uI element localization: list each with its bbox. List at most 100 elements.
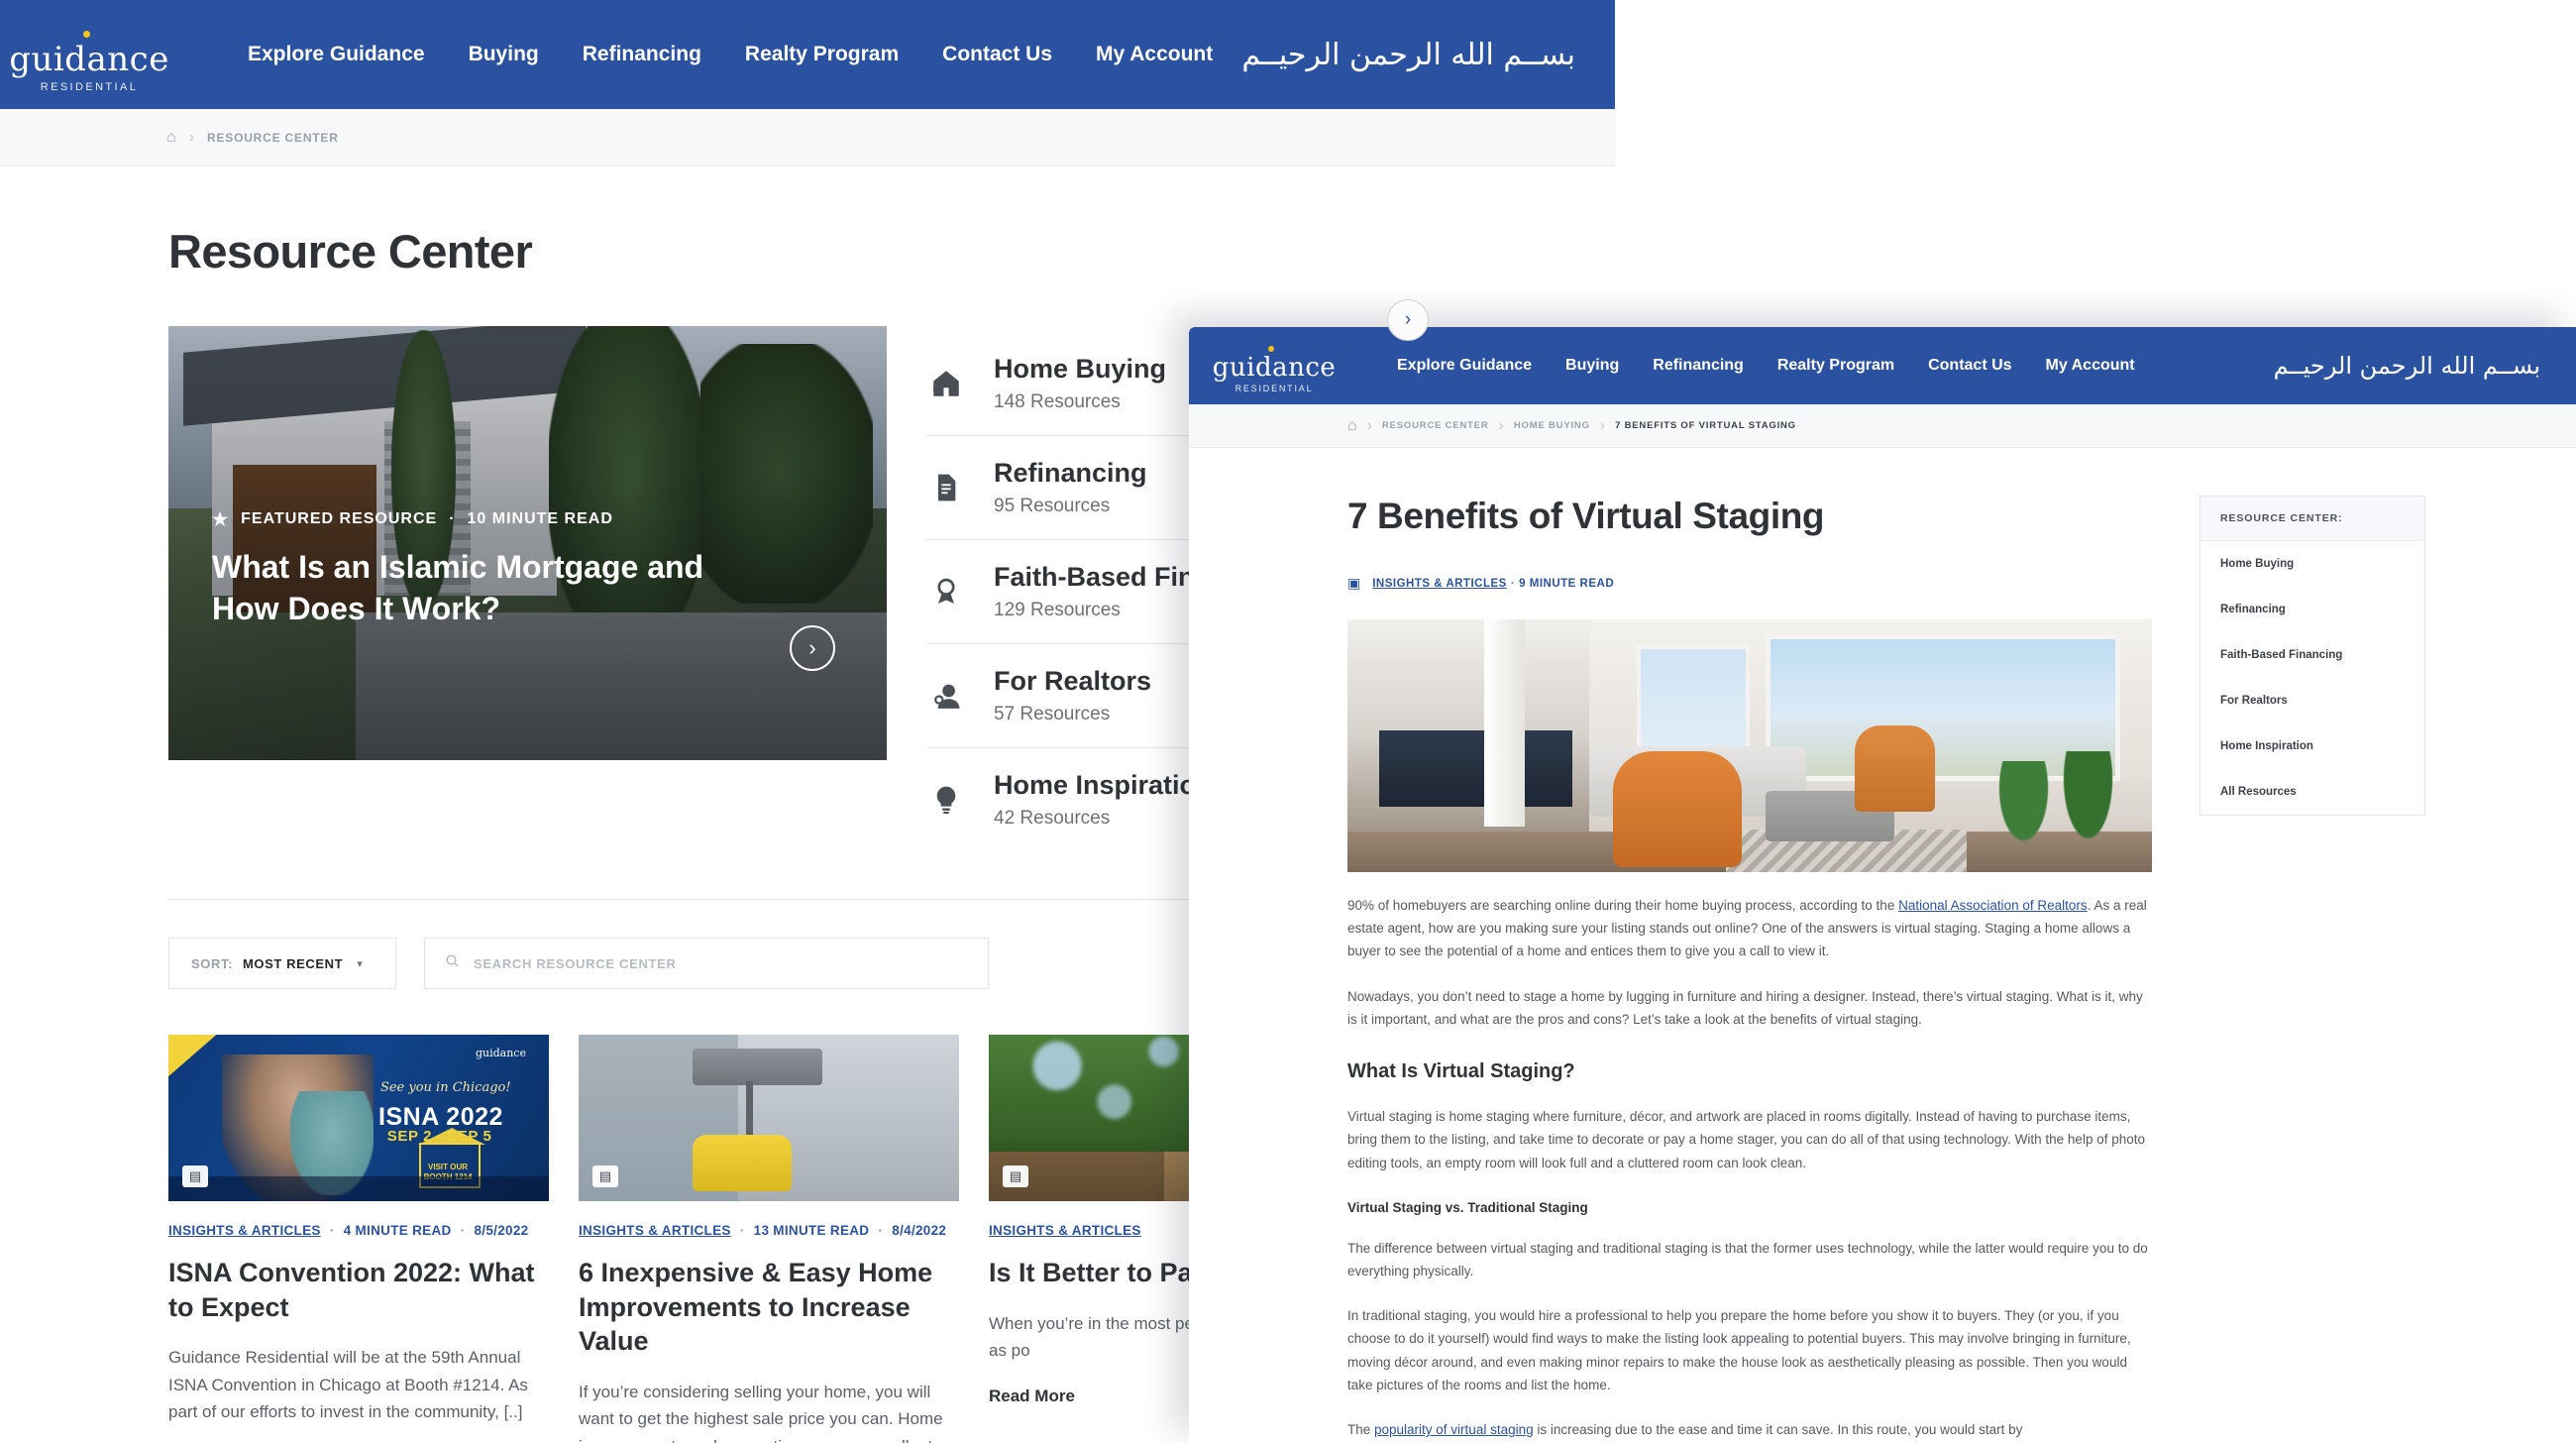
featured-image-overlay: [168, 326, 887, 760]
sort-value: MOST RECENT: [243, 955, 344, 971]
featured-resource-card[interactable]: ★ FEATURED RESOURCE · 10 MINUTE READ Wha…: [168, 326, 887, 760]
card-read-time: 13 MINUTE READ: [753, 1223, 870, 1239]
brand-subtitle: RESIDENTIAL: [1234, 384, 1314, 393]
breadcrumb-separator: ›: [1599, 416, 1606, 434]
chevron-down-icon: ▾: [357, 957, 363, 970]
house-search-icon: [926, 364, 966, 403]
thumbnail-yellow-glove: [693, 1135, 793, 1192]
nav-item-contact-us[interactable]: Contact Us: [942, 43, 1052, 66]
realtor-person-icon: [926, 676, 966, 716]
breadcrumb-separator: ›: [188, 128, 194, 146]
award-ribbon-icon: [926, 572, 966, 611]
category-label: Home Inspiration: [994, 770, 1213, 801]
card-title[interactable]: ISNA Convention 2022: What to Expect: [168, 1256, 549, 1324]
article-card-icon: ▤: [592, 1166, 618, 1188]
card-thumbnail-paint: ▤: [579, 1035, 959, 1202]
article-subheading: Virtual Staging vs. Traditional Staging: [1347, 1199, 1588, 1215]
search-field-wrapper[interactable]: [424, 938, 989, 990]
lightbulb-icon: [926, 780, 966, 820]
article-window: guidance RESIDENTIAL Explore Guidance Bu…: [1189, 327, 2576, 1443]
breadcrumb-item-resource-center[interactable]: RESOURCE CENTER: [207, 131, 339, 145]
featured-next-arrow-icon[interactable]: ›: [790, 625, 835, 671]
paragraph-1-text-a: 90% of homebuyers are searching online d…: [1347, 898, 1899, 913]
sort-dropdown[interactable]: SORT: MOST RECENT ▾: [168, 938, 396, 990]
nav-item-realty-program[interactable]: Realty Program: [745, 43, 899, 66]
article-sidebar: RESOURCE CENTER: Home Buying Refinancing…: [2200, 496, 2425, 1441]
category-count: 42 Resources: [994, 808, 1111, 830]
category-count: 148 Resources: [994, 391, 1121, 413]
nav-item-buying[interactable]: Buying: [1565, 357, 1619, 375]
featured-title: What Is an Islamic Mortgage and How Does…: [212, 549, 704, 627]
nav-item-explore-guidance[interactable]: Explore Guidance: [248, 43, 425, 66]
resource-card[interactable]: guidance See you in Chicago! ISNA 2022 S…: [168, 1035, 549, 1443]
article-title: 7 Benefits of Virtual Staging: [1347, 496, 1825, 536]
hero-plant-left: [1990, 760, 2056, 857]
card-meta-dot: ·: [739, 1223, 745, 1239]
carousel-next-button[interactable]: ›: [1387, 299, 1429, 341]
article-paragraph-2: Nowadays, you don’t need to stage a home…: [1347, 988, 2143, 1027]
nav-item-refinancing[interactable]: Refinancing: [583, 43, 701, 66]
sidebar-item-all-resources[interactable]: All Resources: [2200, 769, 2424, 815]
card-meta: INSIGHTS & ARTICLES · 13 MINUTE READ · 8…: [579, 1223, 959, 1238]
featured-read-time: 10 MINUTE READ: [467, 510, 613, 527]
thumbnail-paint-roller: [693, 1048, 822, 1085]
article-card-icon: ▤: [1003, 1166, 1028, 1188]
hero-orange-chair-back: [1854, 725, 1935, 812]
resource-card[interactable]: ▤ INSIGHTS & ARTICLES · 13 MINUTE READ ·…: [579, 1035, 959, 1443]
article-category-link[interactable]: INSIGHTS & ARTICLES: [1372, 578, 1507, 590]
logo-dot-icon: [1268, 346, 1274, 352]
card-date: 8/4/2022: [892, 1223, 947, 1239]
breadcrumb-item-resource-center[interactable]: RESOURCE CENTER: [1382, 420, 1489, 431]
article-paragraph-5: In traditional staging, you would hire a…: [1347, 1308, 2131, 1392]
category-label: Home Buying: [994, 354, 1167, 384]
card-meta-dot: ·: [460, 1223, 466, 1239]
featured-meta: ★ FEATURED RESOURCE · 10 MINUTE READ: [212, 510, 613, 528]
nav-item-explore-guidance[interactable]: Explore Guidance: [1397, 357, 1532, 375]
chevron-right-icon: ›: [1404, 309, 1412, 330]
breadcrumb-item-home-buying[interactable]: HOME BUYING: [1514, 420, 1590, 431]
sidebar-item-faith-based-financing[interactable]: Faith-Based Financing: [2200, 632, 2424, 678]
document-icon: [926, 468, 966, 507]
sidebar-item-home-buying[interactable]: Home Buying: [2200, 541, 2424, 587]
card-category[interactable]: INSIGHTS & ARTICLES: [989, 1223, 1141, 1238]
nav-item-my-account[interactable]: My Account: [2046, 357, 2135, 375]
article-paragraph-1: 90% of homebuyers are searching online d…: [1347, 894, 2152, 963]
hero-plant-right: [2055, 750, 2120, 857]
nav-item-realty-program[interactable]: Realty Program: [1777, 357, 1894, 375]
card-category[interactable]: INSIGHTS & ARTICLES: [579, 1223, 731, 1238]
brand-logo[interactable]: guidance RESIDENTIAL: [1213, 338, 1336, 393]
national-association-of-realtors-link[interactable]: National Association of Realtors: [1898, 898, 2088, 913]
article-paragraph-3: Virtual staging is home staging where fu…: [1347, 1109, 2145, 1170]
breadcrumb-item-current: 7 BENEFITS OF VIRTUAL STAGING: [1615, 420, 1796, 431]
paragraph-6-text-b: is increasing due to the ease and time i…: [1533, 1422, 2023, 1438]
article-section-heading: What Is Virtual Staging?: [1347, 1060, 1575, 1083]
nav-item-my-account[interactable]: My Account: [1096, 43, 1213, 66]
sidebar-item-home-inspiration[interactable]: Home Inspiration: [2200, 723, 2424, 769]
brand-logo[interactable]: guidance RESIDENTIAL: [9, 17, 168, 93]
card-meta: INSIGHTS & ARTICLES · 4 MINUTE READ · 8/…: [168, 1223, 549, 1238]
home-icon[interactable]: ⌂: [166, 129, 176, 147]
nav-item-contact-us[interactable]: Contact Us: [1928, 357, 2011, 375]
page-title: Resource Center: [168, 225, 533, 278]
card-meta-dot: ·: [878, 1223, 884, 1239]
brand-wordmark: guidance: [1212, 353, 1337, 383]
popularity-of-virtual-staging-link[interactable]: popularity of virtual staging: [1374, 1422, 1534, 1437]
nav-links: Explore Guidance Buying Refinancing Real…: [1397, 357, 2135, 375]
category-count: 95 Resources: [994, 496, 1111, 517]
hero-column: [1484, 619, 1525, 828]
home-icon[interactable]: ⌂: [1347, 417, 1357, 435]
card-category[interactable]: INSIGHTS & ARTICLES: [168, 1223, 321, 1238]
thumbnail-logo: guidance: [475, 1046, 526, 1059]
breadcrumb: ⌂ › RESOURCE CENTER: [0, 109, 1615, 166]
article-layout: 7 Benefits of Virtual Staging ▣ INSIGHTS…: [1189, 448, 2576, 1441]
article-main: 7 Benefits of Virtual Staging ▣ INSIGHTS…: [1347, 448, 2152, 1441]
search-input[interactable]: [474, 955, 968, 971]
nav-item-buying[interactable]: Buying: [469, 43, 539, 66]
card-read-time: 4 MINUTE READ: [343, 1223, 452, 1239]
card-title[interactable]: 6 Inexpensive & Easy Home Improvements t…: [579, 1256, 959, 1359]
sidebar-item-refinancing[interactable]: Refinancing: [2200, 587, 2424, 632]
nav-item-refinancing[interactable]: Refinancing: [1653, 357, 1744, 375]
article-read-time: 9 MINUTE READ: [1519, 577, 1615, 590]
primary-navbar: guidance RESIDENTIAL Explore Guidance Bu…: [0, 0, 1615, 109]
sidebar-item-for-realtors[interactable]: For Realtors: [2200, 678, 2424, 723]
